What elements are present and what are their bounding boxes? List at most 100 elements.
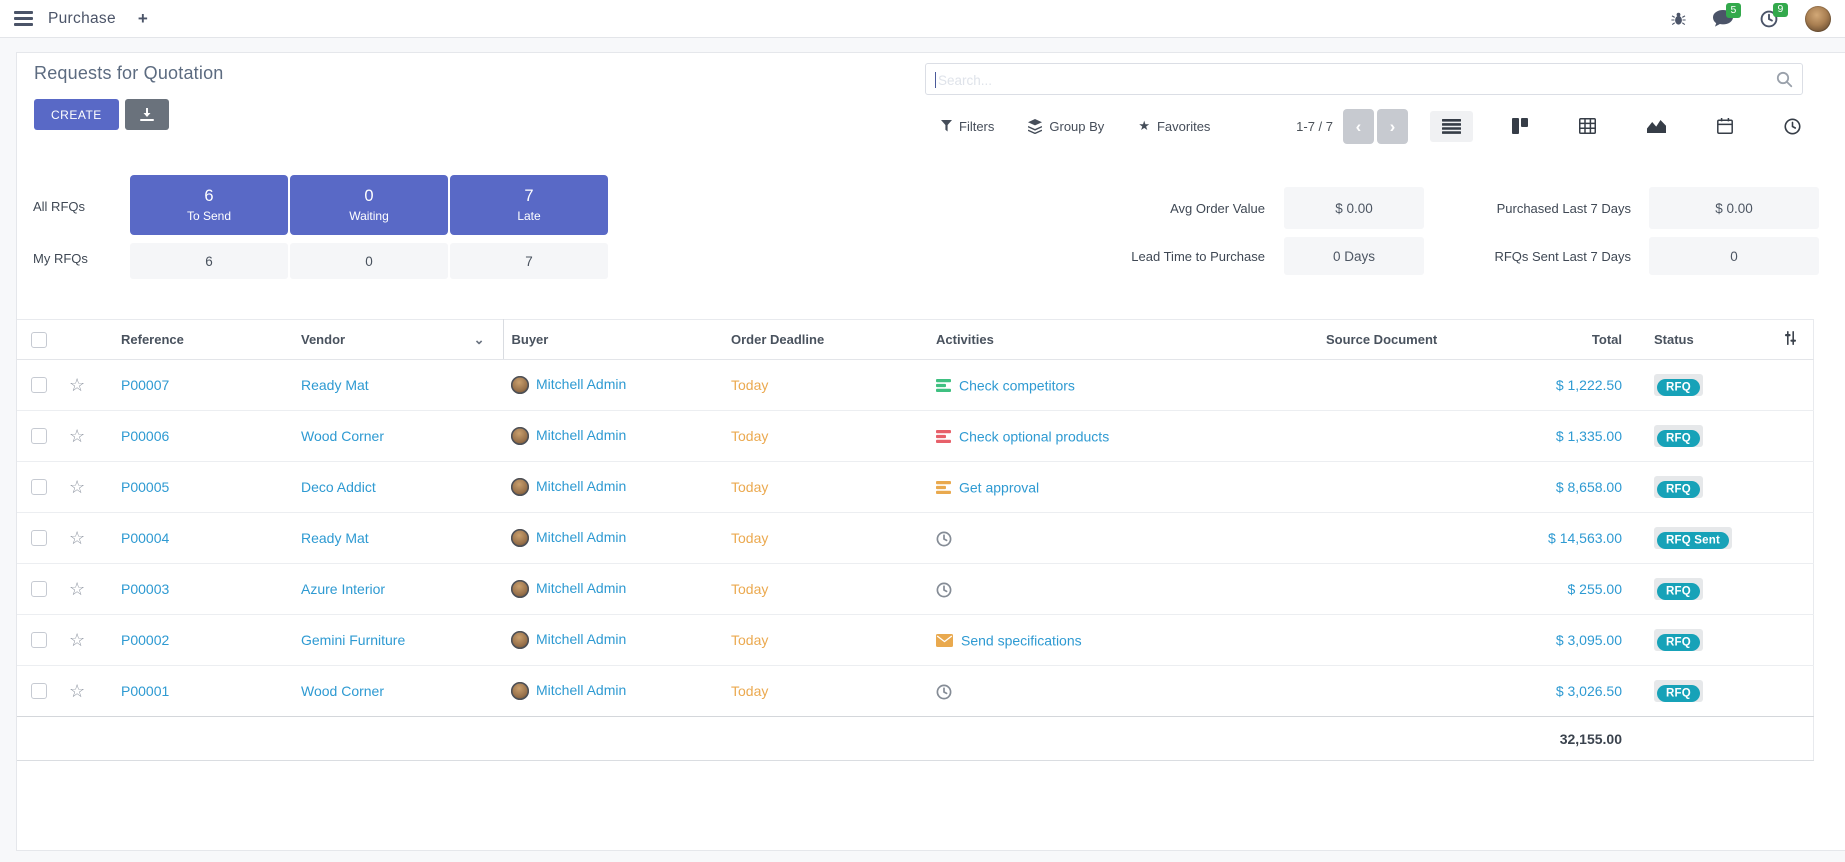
column-activities[interactable]: Activities (928, 320, 1318, 360)
vendor-link[interactable]: Ready Mat (301, 377, 369, 393)
optional-columns-button[interactable] (1773, 320, 1813, 360)
lead-time-value[interactable]: 0 Days (1284, 237, 1424, 275)
lead-time-label: Lead Time to Purchase (941, 249, 1265, 264)
activity-type-icon[interactable] (936, 430, 951, 443)
filters-button[interactable]: Filters (941, 119, 994, 134)
tile-to-send[interactable]: 6To Send (130, 175, 288, 235)
debug-icon[interactable] (1671, 12, 1686, 26)
rfqs-sent-last-7-days[interactable]: 0 (1649, 237, 1819, 275)
favorites-button[interactable]: ★ Favorites (1138, 118, 1210, 134)
activity-type-icon[interactable] (936, 379, 951, 392)
buyer-link[interactable]: Mitchell Admin (536, 631, 626, 647)
select-all-checkbox[interactable] (31, 332, 47, 348)
vendor-link[interactable]: Wood Corner (301, 428, 384, 444)
user-avatar[interactable] (1805, 6, 1831, 32)
reference-link[interactable]: P00007 (121, 377, 169, 393)
table-row[interactable]: ☆ P00007 Ready Mat Mitchell Admin Today … (17, 360, 1813, 411)
view-kanban-button[interactable] (1500, 110, 1540, 142)
favorite-star-icon[interactable]: ☆ (69, 579, 85, 599)
search-icon[interactable] (1776, 71, 1793, 93)
row-checkbox[interactable] (31, 530, 47, 546)
view-list-button[interactable] (1430, 111, 1473, 142)
create-button[interactable]: CREATE (34, 99, 119, 130)
activity-type-icon[interactable] (936, 531, 952, 547)
new-tab-plus-icon[interactable]: + (138, 9, 148, 29)
column-order-deadline[interactable]: Order Deadline (723, 320, 928, 360)
row-checkbox[interactable] (31, 581, 47, 597)
table-row[interactable]: ☆ P00005 Deco Addict Mitchell Admin Toda… (17, 462, 1813, 513)
vendor-link[interactable]: Azure Interior (301, 581, 385, 597)
vendor-link[interactable]: Gemini Furniture (301, 632, 405, 648)
favorite-star-icon[interactable]: ☆ (69, 630, 85, 650)
favorite-star-icon[interactable]: ☆ (69, 426, 85, 446)
activity-label[interactable]: Get approval (959, 480, 1039, 496)
favorite-star-icon[interactable]: ☆ (69, 528, 85, 548)
my-rfqs-label[interactable]: My RFQs (33, 251, 88, 266)
messages-icon[interactable]: 5 (1713, 10, 1733, 27)
column-status[interactable]: Status (1646, 320, 1773, 360)
table-row[interactable]: ☆ P00002 Gemini Furniture Mitchell Admin… (17, 615, 1813, 666)
activity-label[interactable]: Send specifications (961, 633, 1082, 649)
row-checkbox[interactable] (31, 377, 47, 393)
column-total[interactable]: Total (1472, 320, 1646, 360)
activity-label[interactable]: Check competitors (959, 378, 1075, 394)
tile-waiting[interactable]: 0Waiting (290, 175, 448, 235)
table-row[interactable]: ☆ P00006 Wood Corner Mitchell Admin Toda… (17, 411, 1813, 462)
buyer-link[interactable]: Mitchell Admin (536, 376, 626, 392)
row-checkbox[interactable] (31, 479, 47, 495)
table-row[interactable]: ☆ P00001 Wood Corner Mitchell Admin Toda… (17, 666, 1813, 717)
apps-menu-icon[interactable] (14, 11, 33, 26)
purchased-last-7-days[interactable]: $ 0.00 (1649, 187, 1819, 229)
row-checkbox[interactable] (31, 683, 47, 699)
avg-order-value[interactable]: $ 0.00 (1284, 187, 1424, 229)
activity-type-icon[interactable] (936, 634, 953, 647)
column-reference[interactable]: Reference (113, 320, 293, 360)
pager-previous-button[interactable]: ‹ (1343, 109, 1374, 144)
my-waiting-tile[interactable]: 0 (290, 243, 448, 279)
favorite-star-icon[interactable]: ☆ (69, 477, 85, 497)
reference-link[interactable]: P00003 (121, 581, 169, 597)
favorite-star-icon[interactable]: ☆ (69, 375, 85, 395)
row-checkbox[interactable] (31, 632, 47, 648)
all-rfqs-label[interactable]: All RFQs (33, 199, 85, 214)
purchase-dashboard: All RFQs My RFQs 6To Send 0Waiting 7Late… (17, 175, 1845, 279)
view-graph-button[interactable] (1635, 111, 1678, 141)
table-row[interactable]: ☆ P00003 Azure Interior Mitchell Admin T… (17, 564, 1813, 615)
view-activity-button[interactable] (1772, 110, 1813, 143)
row-checkbox[interactable] (31, 428, 47, 444)
activity-type-icon[interactable] (936, 684, 952, 700)
vendor-link[interactable]: Wood Corner (301, 683, 384, 699)
reference-link[interactable]: P00001 (121, 683, 169, 699)
table-row[interactable]: ☆ P00004 Ready Mat Mitchell Admin Today … (17, 513, 1813, 564)
group-by-button[interactable]: Group By (1028, 119, 1104, 134)
search-input[interactable] (936, 65, 1770, 95)
activity-label[interactable]: Check optional products (959, 429, 1109, 445)
app-name[interactable]: Purchase (48, 10, 116, 28)
vendor-link[interactable]: Deco Addict (301, 479, 376, 495)
activity-type-icon[interactable] (936, 582, 952, 598)
buyer-link[interactable]: Mitchell Admin (536, 529, 626, 545)
activity-type-icon[interactable] (936, 481, 951, 494)
reference-link[interactable]: P00005 (121, 479, 169, 495)
column-vendor[interactable]: Vendor⌄ (293, 320, 503, 360)
calendar-view-icon (1717, 118, 1733, 134)
column-source-document[interactable]: Source Document (1318, 320, 1472, 360)
vendor-link[interactable]: Ready Mat (301, 530, 369, 546)
reference-link[interactable]: P00006 (121, 428, 169, 444)
pager-next-button[interactable]: › (1377, 109, 1408, 144)
buyer-link[interactable]: Mitchell Admin (536, 682, 626, 698)
view-calendar-button[interactable] (1705, 110, 1745, 142)
buyer-link[interactable]: Mitchell Admin (536, 580, 626, 596)
reference-link[interactable]: P00002 (121, 632, 169, 648)
column-buyer[interactable]: Buyer (503, 320, 723, 360)
activities-icon[interactable]: 9 (1760, 10, 1778, 28)
export-button[interactable] (125, 99, 169, 130)
my-to-send-tile[interactable]: 6 (130, 243, 288, 279)
buyer-link[interactable]: Mitchell Admin (536, 427, 626, 443)
reference-link[interactable]: P00004 (121, 530, 169, 546)
favorite-star-icon[interactable]: ☆ (69, 681, 85, 701)
view-pivot-button[interactable] (1567, 110, 1608, 142)
tile-late[interactable]: 7Late (450, 175, 608, 235)
buyer-link[interactable]: Mitchell Admin (536, 478, 626, 494)
my-late-tile[interactable]: 7 (450, 243, 608, 279)
